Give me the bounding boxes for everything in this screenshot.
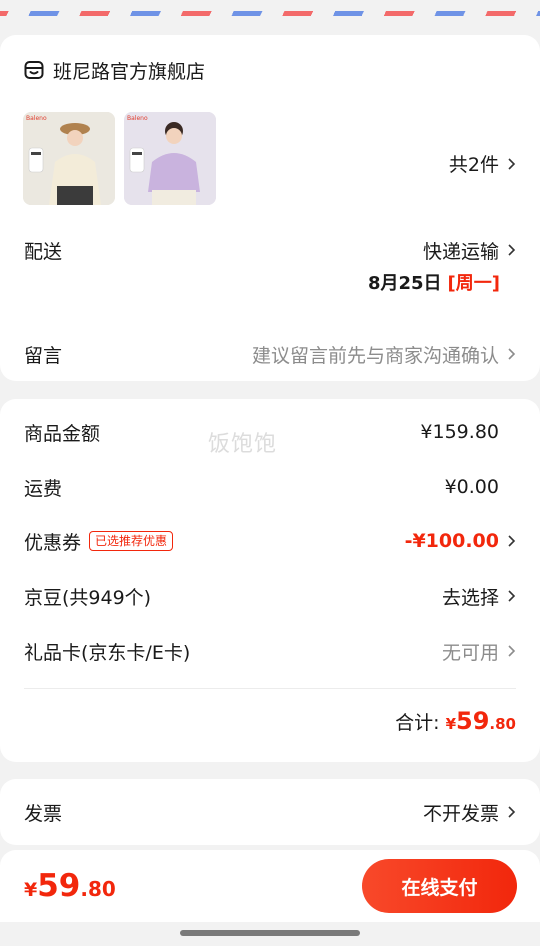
store-name: 班尼路官方旗舰店	[53, 60, 206, 83]
goods-amount-label: 商品金额	[24, 422, 101, 445]
airmail-stripe	[0, 11, 540, 16]
product-image: Baleno	[23, 112, 115, 205]
jd-beans-value-group: 去选择	[442, 583, 516, 610]
gift-card-row[interactable]: 礼品卡(京东卡/E卡) 无可用	[24, 636, 516, 666]
total-currency: ¥	[24, 879, 38, 901]
invoice-value: 不开发票	[422, 802, 499, 825]
note-row[interactable]: 留言 建议留言前先与商家沟通确认	[24, 339, 516, 369]
total-price: ¥ 59 .80	[24, 868, 116, 904]
chevron-right-icon	[508, 348, 516, 360]
gift-card-value: 无可用	[441, 641, 499, 664]
coupon-label-group: 优惠券 已选推荐优惠	[24, 528, 174, 555]
product-image: Baleno	[124, 112, 216, 205]
invoice-card: 发票 不开发票	[0, 779, 540, 845]
jd-beans-row[interactable]: 京豆(共949个) 去选择	[24, 581, 516, 611]
product-count[interactable]: 共2件	[449, 150, 516, 177]
product-thumbnail[interactable]: Baleno	[23, 112, 115, 205]
product-thumbnail[interactable]: Baleno	[124, 112, 216, 205]
order-store-card: 班尼路官方旗舰店 Baleno Baleno 共2件 配送 快递运输 8月25日…	[0, 35, 540, 381]
subtotal: 合计: ¥ 59 .80	[395, 707, 516, 735]
invoice-label: 发票	[24, 802, 63, 825]
chevron-right-icon	[508, 157, 516, 170]
coupon-value-group: -¥100.00	[405, 530, 516, 552]
total-integer: 59	[37, 868, 81, 904]
chevron-right-icon	[508, 535, 516, 547]
chevron-right-icon	[508, 645, 516, 657]
subtotal-label: 合计:	[395, 712, 440, 734]
shipping-row: 运费 ¥0.00	[24, 472, 516, 502]
note-label: 留言	[24, 344, 63, 367]
coupon-label: 优惠券	[24, 531, 82, 554]
store-header[interactable]: 班尼路官方旗舰店	[24, 57, 205, 83]
gift-card-label: 礼品卡(京东卡/E卡)	[24, 641, 191, 664]
divider	[24, 688, 516, 689]
chevron-right-icon	[508, 806, 516, 818]
store-icon	[24, 61, 44, 79]
shipping-value: ¥0.00	[444, 476, 499, 498]
total-decimal: .80	[80, 877, 116, 901]
delivery-date-text: 8月25日	[367, 273, 442, 294]
home-indicator[interactable]	[180, 930, 360, 936]
pay-online-button[interactable]: 在线支付	[362, 859, 517, 913]
airmail-border	[0, 0, 540, 18]
checkout-bar: ¥ 59 .80 在线支付	[0, 850, 540, 922]
invoice-row[interactable]: 发票 不开发票	[24, 797, 516, 827]
subtotal-integer: 59	[456, 707, 490, 735]
delivery-label: 配送	[24, 240, 63, 263]
brand-logo-text: Baleno	[26, 115, 47, 122]
delivery-method-text: 快递运输	[422, 240, 499, 263]
gift-card-value-group: 无可用	[442, 638, 516, 665]
chevron-right-icon	[508, 244, 516, 256]
shipping-label: 运费	[24, 477, 63, 500]
delivery-method: 快递运输	[423, 237, 516, 264]
coupon-badge: 已选推荐优惠	[89, 531, 174, 551]
coupon-row[interactable]: 优惠券 已选推荐优惠 -¥100.00	[24, 526, 516, 556]
coupon-value: -¥100.00	[404, 530, 499, 552]
delivery-row[interactable]: 配送 快递运输	[24, 235, 516, 265]
delivery-date: 8月25日 [周一]	[368, 269, 500, 295]
goods-amount-value: ¥159.80	[420, 421, 499, 443]
brand-logo-text: Baleno	[127, 115, 148, 122]
subtotal-currency: ¥	[445, 715, 457, 733]
note-placeholder: 建议留言前先与商家沟通确认	[251, 344, 499, 367]
chevron-right-icon	[508, 590, 516, 602]
watermark: 饭饱饱	[208, 432, 278, 457]
invoice-value-group: 不开发票	[423, 799, 516, 826]
jd-beans-value: 去选择	[441, 586, 499, 609]
jd-beans-label: 京豆(共949个)	[24, 586, 152, 609]
delivery-weekday: [周一]	[447, 273, 500, 294]
subtotal-decimal: .80	[489, 715, 516, 733]
product-count-label: 共2件	[448, 154, 499, 176]
note-input[interactable]: 建议留言前先与商家沟通确认	[252, 341, 516, 368]
system-nav-area	[0, 922, 540, 946]
